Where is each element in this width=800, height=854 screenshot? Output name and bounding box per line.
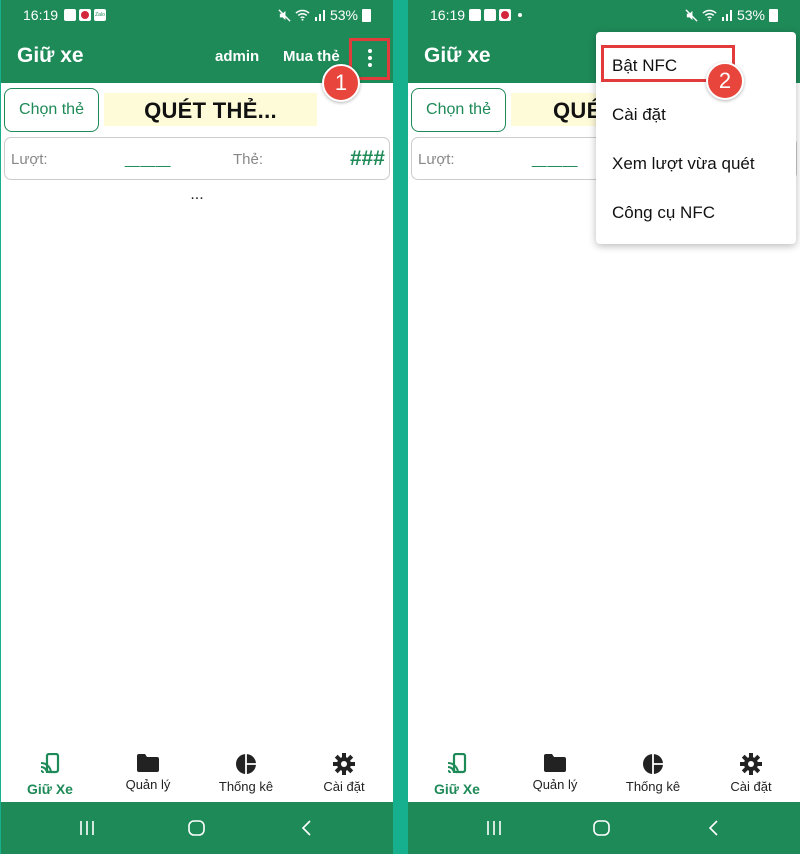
- pie-chart-icon: [236, 754, 256, 774]
- nav-item-cai-dat[interactable]: Cài đặt: [295, 740, 393, 802]
- scan-status-banner: QUÉ: [511, 93, 601, 126]
- pdf-notification-icon: [484, 9, 496, 21]
- choose-card-button[interactable]: Chọn thẻ: [4, 88, 99, 132]
- nav-label: Cài đặt: [730, 779, 772, 794]
- nav-item-giu-xe[interactable]: Giữ Xe: [1, 740, 99, 802]
- battery-icon: [362, 8, 371, 22]
- bottom-navigation: Giữ Xe Quản lý Thống kê Cài đặt: [1, 740, 393, 802]
- nav-label: Cài đặt: [323, 779, 365, 794]
- more-notifications-dot: [518, 13, 522, 17]
- system-navigation-bar: [408, 802, 800, 854]
- step-badge-2: 2: [706, 62, 744, 100]
- app-notification-icon: [499, 9, 511, 21]
- app-title: Giữ xe: [17, 44, 84, 67]
- notification-icons: Zalo: [64, 9, 106, 21]
- nfc-phone-icon: [40, 753, 60, 774]
- recent-apps-icon[interactable]: [482, 816, 506, 840]
- turn-value: ___: [532, 140, 579, 170]
- nfc-phone-icon: [447, 753, 467, 774]
- nav-item-cai-dat[interactable]: Cài đặt: [702, 740, 800, 802]
- wifi-icon: [702, 9, 717, 21]
- buy-card-button[interactable]: Mua thẻ: [283, 48, 340, 65]
- status-bar: 16:19 Zalo 53%: [1, 0, 393, 30]
- pdf-notification-icon: [64, 9, 76, 21]
- turn-value: ___: [125, 140, 172, 170]
- scan-status-banner: QUÉT THẺ...: [104, 93, 317, 126]
- battery-icon: [769, 8, 778, 22]
- zalo-notification-icon: Zalo: [94, 9, 106, 21]
- mute-icon: [278, 8, 291, 22]
- notification-icons: [469, 9, 522, 21]
- status-time: 16:19: [23, 7, 59, 23]
- back-icon[interactable]: [295, 816, 319, 840]
- pie-chart-icon: [643, 754, 663, 774]
- nav-item-giu-xe[interactable]: Giữ Xe: [408, 740, 506, 802]
- turn-label: Lượt:: [418, 151, 455, 168]
- turn-label: Lượt:: [11, 151, 48, 168]
- menu-item-settings[interactable]: Cài đặt: [612, 105, 666, 125]
- status-right: 53%: [278, 7, 371, 23]
- nav-label: Giữ Xe: [434, 781, 480, 797]
- back-icon[interactable]: [702, 816, 726, 840]
- wifi-icon: [295, 9, 310, 21]
- card-value: ###: [349, 147, 385, 170]
- scan-info-card: Lượt: ___ Thẻ: ###: [4, 137, 390, 180]
- phone-screen-left: 16:19 Zalo 53% Giữ xe admin Mua thẻ 1 Ch…: [1, 0, 393, 854]
- menu-item-nfc-tools[interactable]: Công cụ NFC: [612, 203, 715, 223]
- home-icon[interactable]: [590, 816, 614, 840]
- user-button[interactable]: admin: [215, 48, 259, 65]
- gear-icon: [740, 753, 762, 775]
- status-right: 53%: [685, 7, 778, 23]
- gear-icon: [333, 753, 355, 775]
- phone-screen-right: 16:19 53% Giữ xe Chọn thẻ QUÉ Lượt: ___ …: [408, 0, 800, 854]
- folder-icon: [137, 754, 159, 772]
- gallery-notification-icon: [469, 9, 481, 21]
- folder-icon: [544, 754, 566, 772]
- nav-label: Giữ Xe: [27, 781, 73, 797]
- nav-item-thong-ke[interactable]: Thống kê: [604, 740, 702, 802]
- app-notification-icon: [79, 9, 91, 21]
- system-navigation-bar: [1, 802, 393, 854]
- signal-icon: [314, 9, 325, 21]
- bottom-navigation: Giữ Xe Quản lý Thống kê Cài đặt: [408, 740, 800, 802]
- nav-label: Thống kê: [218, 779, 274, 794]
- nav-label: Thống kê: [625, 779, 681, 794]
- card-label: Thẻ:: [233, 151, 264, 168]
- home-icon[interactable]: [185, 816, 209, 840]
- recent-apps-icon[interactable]: [75, 816, 99, 840]
- nav-item-thong-ke[interactable]: Thống kê: [197, 740, 295, 802]
- nav-item-quan-ly[interactable]: Quản lý: [99, 740, 197, 802]
- choose-card-button[interactable]: Chọn thẻ: [411, 88, 506, 132]
- nav-label: Quản lý: [125, 777, 171, 792]
- nav-label: Quản lý: [532, 777, 578, 792]
- battery-percent: 53%: [329, 7, 358, 23]
- menu-item-recent-scans[interactable]: Xem lượt vừa quét: [612, 154, 755, 174]
- nav-item-quan-ly[interactable]: Quản lý: [506, 740, 604, 802]
- step-badge-1: 1: [322, 64, 360, 102]
- signal-icon: [721, 9, 732, 21]
- mute-icon: [685, 8, 698, 22]
- status-time: 16:19: [430, 7, 466, 23]
- status-bar: 16:19 53%: [408, 0, 800, 30]
- loading-indicator: ...: [190, 186, 204, 203]
- app-title: Giữ xe: [424, 44, 491, 67]
- battery-percent: 53%: [736, 7, 765, 23]
